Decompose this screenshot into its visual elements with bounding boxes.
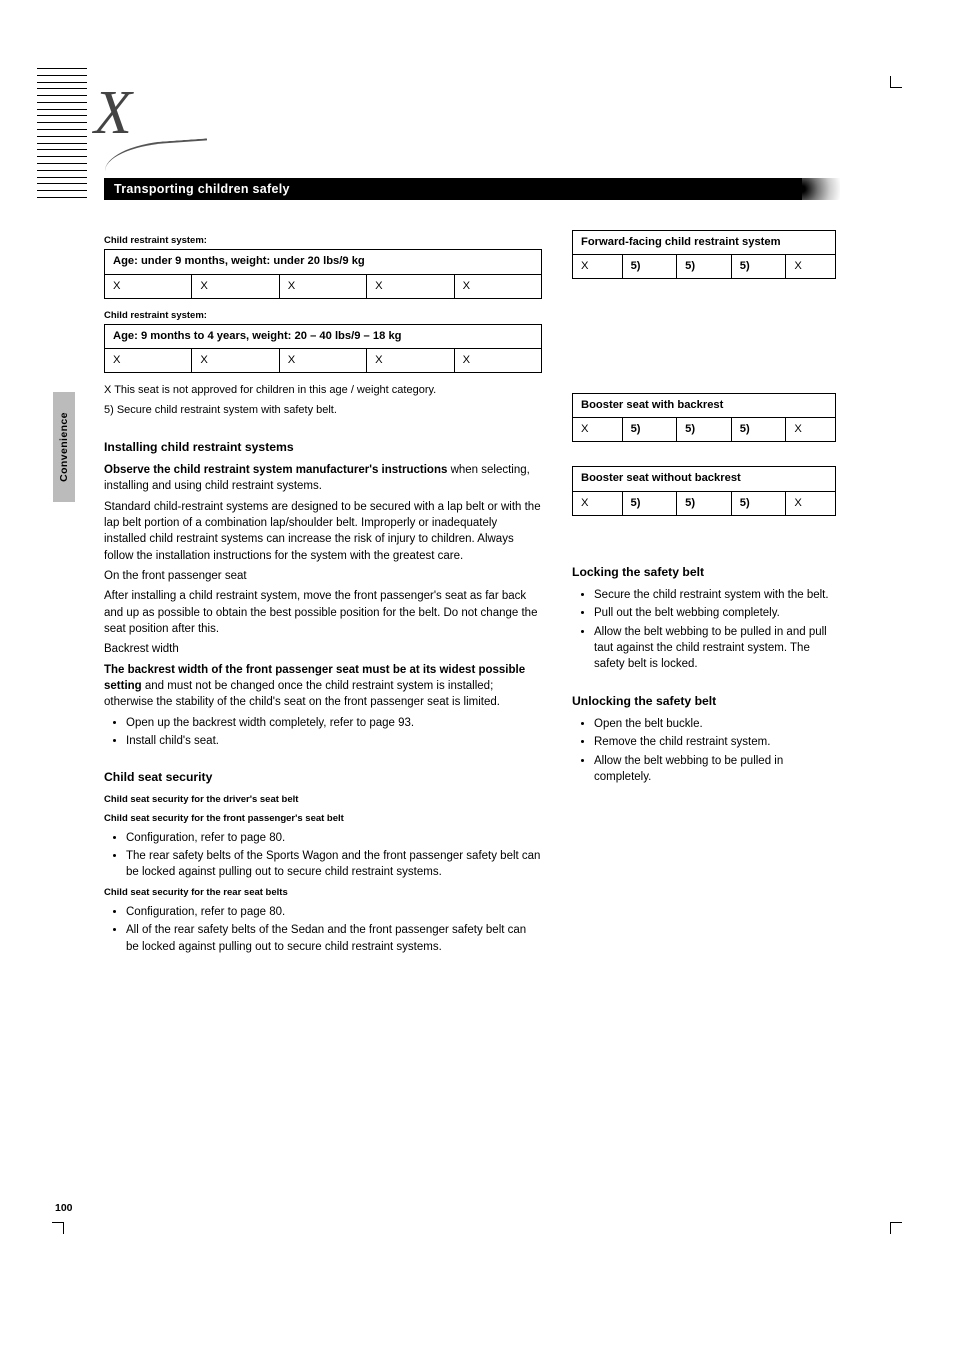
table-cell: X <box>105 274 192 298</box>
list-item: Open the belt buckle. <box>594 716 836 732</box>
list-item: Remove the child restraint system. <box>594 734 836 750</box>
left-column: Child restraint system: Age: under 9 mon… <box>104 228 542 961</box>
section-title: Transporting children safely <box>114 182 290 196</box>
table-cell: X <box>786 255 836 279</box>
table-cell: 5) <box>677 418 732 442</box>
table-b-head: Age: 9 months to 4 years, weight: 20 – 4… <box>105 325 542 349</box>
main-content: Child restraint system: Age: under 9 mon… <box>104 228 836 961</box>
cs-label-1: Child seat security for the driver's sea… <box>104 793 542 806</box>
legend-x: X This seat is not approved for children… <box>104 383 542 399</box>
table-cell: X <box>279 274 366 298</box>
table-cell: 5) <box>677 491 732 515</box>
table-cell: X <box>573 418 623 442</box>
list-item: Allow the belt webbing to be pulled in c… <box>594 753 836 786</box>
table-e-head: Booster seat without backrest <box>573 467 836 491</box>
logo-x-icon: X <box>94 78 132 149</box>
table-cell: 5) <box>677 255 732 279</box>
locking-steps: Secure the child restraint system with t… <box>594 587 836 673</box>
right-column: Forward-facing child restraint system X … <box>572 228 836 961</box>
crop-mark-icon <box>890 76 902 88</box>
table-cell: X <box>454 274 541 298</box>
list-item: Install child's seat. <box>126 733 542 749</box>
table-cell: 5) <box>622 418 677 442</box>
backrest-width-steps: Open up the backrest width completely, r… <box>126 715 542 750</box>
front-seat-para: After installing a child restraint syste… <box>104 588 542 637</box>
backrest-width-subhead: Backrest width <box>104 641 542 657</box>
table-cell: X <box>573 491 623 515</box>
table-cell: 5) <box>731 255 786 279</box>
table-d: Booster seat with backrest X 5) 5) 5) X <box>572 393 836 442</box>
side-tab-label: Convenience <box>58 412 70 482</box>
section-title-bar: Transporting children safely <box>104 178 802 200</box>
table-c: Forward-facing child restraint system X … <box>572 230 836 279</box>
table-cell: X <box>192 274 279 298</box>
table-cell: X <box>192 349 279 373</box>
side-tab: Convenience <box>53 392 75 502</box>
legend-5: 5) Secure child restraint system with sa… <box>104 403 542 419</box>
cs-list-1: Configuration, refer to page 80. The rea… <box>126 830 542 881</box>
backrest-width-para: The backrest width of the front passenge… <box>104 662 542 711</box>
cs-label-3: Child seat security for the rear seat be… <box>104 886 542 899</box>
table-cell: 5) <box>731 418 786 442</box>
table-cell: 5) <box>622 255 677 279</box>
child-seat-security-heading: Child seat security <box>104 769 542 786</box>
installing-para-1: Observe the child restraint system manuf… <box>104 462 542 495</box>
list-item: All of the rear safety belts of the Seda… <box>126 922 542 955</box>
front-seat-subhead: On the front passenger seat <box>104 568 542 584</box>
crop-mark-icon <box>890 1222 902 1234</box>
table-cell: X <box>367 274 454 298</box>
table-b: Age: 9 months to 4 years, weight: 20 – 4… <box>104 324 542 373</box>
table-cell: X <box>279 349 366 373</box>
decorative-rule-stack <box>37 68 87 198</box>
table-e: Booster seat without backrest X 5) 5) 5)… <box>572 466 836 515</box>
bar-fade-decoration <box>802 178 840 200</box>
table-a-head: Age: under 9 months, weight: under 20 lb… <box>105 250 542 274</box>
list-item: Pull out the belt webbing completely. <box>594 605 836 621</box>
table-d-head: Booster seat with backrest <box>573 394 836 418</box>
locking-belt-heading: Locking the safety belt <box>572 564 836 581</box>
table-c-head: Forward-facing child restraint system <box>573 231 836 255</box>
list-item: Allow the belt webbing to be pulled in a… <box>594 624 836 673</box>
table-a-label: Child restraint system: <box>104 234 542 247</box>
table-cell: 5) <box>622 491 677 515</box>
installing-para-2: Standard child-restraint systems are des… <box>104 499 542 564</box>
list-item: Open up the backrest width completely, r… <box>126 715 542 731</box>
page-number: 100 <box>55 1202 73 1214</box>
table-cell: 5) <box>731 491 786 515</box>
cs-label-2: Child seat security for the front passen… <box>104 812 542 825</box>
list-item: Configuration, refer to page 80. <box>126 904 542 920</box>
cs-list-2: Configuration, refer to page 80. All of … <box>126 904 542 955</box>
table-cell: X <box>367 349 454 373</box>
crop-mark-icon <box>52 1222 64 1234</box>
table-cell: X <box>786 418 836 442</box>
table-cell: X <box>454 349 541 373</box>
list-item: Secure the child restraint system with t… <box>594 587 836 603</box>
list-item: Configuration, refer to page 80. <box>126 830 542 846</box>
table-b-label: Child restraint system: <box>104 309 542 322</box>
table-cell: X <box>105 349 192 373</box>
unlocking-steps: Open the belt buckle. Remove the child r… <box>594 716 836 785</box>
table-a: Age: under 9 months, weight: under 20 lb… <box>104 249 542 298</box>
table-cell: X <box>786 491 836 515</box>
unlocking-belt-heading: Unlocking the safety belt <box>572 693 836 710</box>
list-item: The rear safety belts of the Sports Wago… <box>126 848 542 881</box>
sect-installing-heading: Installing child restraint systems <box>104 439 542 456</box>
table-cell: X <box>573 255 623 279</box>
